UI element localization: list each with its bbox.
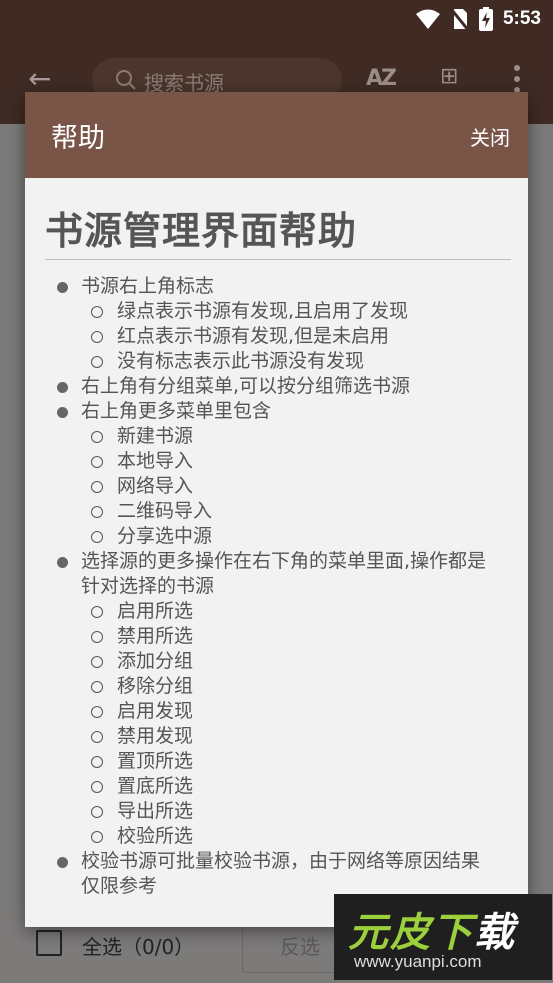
close-button[interactable]: 关闭 <box>470 122 510 151</box>
list-subitem: 禁用所选 <box>91 624 497 649</box>
wifi-icon <box>415 9 440 29</box>
list-item: 书源右上角标志 绿点表示书源有发现,且启用了发现 红点表示书源有发现,但是未启用… <box>57 274 497 374</box>
list-subitem: 禁用发现 <box>91 724 497 749</box>
list-subitem: 本地导入 <box>91 449 497 474</box>
list-subitem: 启用发现 <box>91 699 497 724</box>
select-all-checkbox[interactable] <box>36 930 62 956</box>
watermark-logo: 元皮下载 www.yuanpi.com <box>334 894 552 980</box>
list-subitem: 分享选中源 <box>91 524 497 549</box>
no-sim-icon <box>450 8 469 31</box>
status-time: 5:53 <box>502 8 541 29</box>
doc-title: 书源管理界面帮助 <box>45 200 511 260</box>
list-item: 校验书源可批量校验书源，由于网络等原因结果仅限参考 <box>57 849 497 899</box>
battery-charging-icon <box>478 7 493 31</box>
group-filter-icon[interactable]: ⊞ <box>440 64 458 89</box>
list-subitem: 置底所选 <box>91 774 497 799</box>
select-all-label[interactable]: 全选（0/0） <box>82 931 194 960</box>
more-vert-icon[interactable] <box>510 62 524 96</box>
list-item: 右上角有分组菜单,可以按分组筛选书源 <box>57 374 497 399</box>
help-dialog: 帮助 关闭 书源管理界面帮助 书源右上角标志 绿点表示书源有发现,且启用了发现 … <box>25 92 528 927</box>
list-subitem: 网络导入 <box>91 474 497 499</box>
list-subitem: 移除分组 <box>91 674 497 699</box>
list-subitem: 添加分组 <box>91 649 497 674</box>
list-subitem: 没有标志表示此书源没有发现 <box>91 349 497 374</box>
help-list: 书源右上角标志 绿点表示书源有发现,且启用了发现 红点表示书源有发现,但是未启用… <box>57 274 497 899</box>
list-subitem: 导出所选 <box>91 799 497 824</box>
list-subitem: 校验所选 <box>91 824 497 849</box>
list-subitem: 新建书源 <box>91 424 497 449</box>
list-subitem: 绿点表示书源有发现,且启用了发现 <box>91 299 497 324</box>
sort-az-icon[interactable]: AZ <box>366 66 397 91</box>
dialog-body[interactable]: 书源管理界面帮助 书源右上角标志 绿点表示书源有发现,且启用了发现 红点表示书源… <box>25 178 528 927</box>
list-subitem: 二维码导入 <box>91 499 497 524</box>
list-item: 选择源的更多操作在右下角的菜单里面,操作都是针对选择的书源 启用所选 禁用所选 … <box>57 549 497 849</box>
watermark-url: www.yuanpi.com <box>354 952 482 971</box>
list-subitem: 启用所选 <box>91 599 497 624</box>
list-item: 右上角更多菜单里包含 新建书源 本地导入 网络导入 二维码导入 分享选中源 <box>57 399 497 549</box>
status-bar: 5:53 <box>0 0 553 40</box>
dialog-title: 帮助 <box>51 123 105 154</box>
dialog-header: 帮助 关闭 <box>25 92 528 178</box>
list-subitem: 置顶所选 <box>91 749 497 774</box>
search-icon <box>116 70 136 90</box>
arrow-left-icon[interactable]: ← <box>28 64 58 94</box>
list-subitem: 红点表示书源有发现,但是未启用 <box>91 324 497 349</box>
